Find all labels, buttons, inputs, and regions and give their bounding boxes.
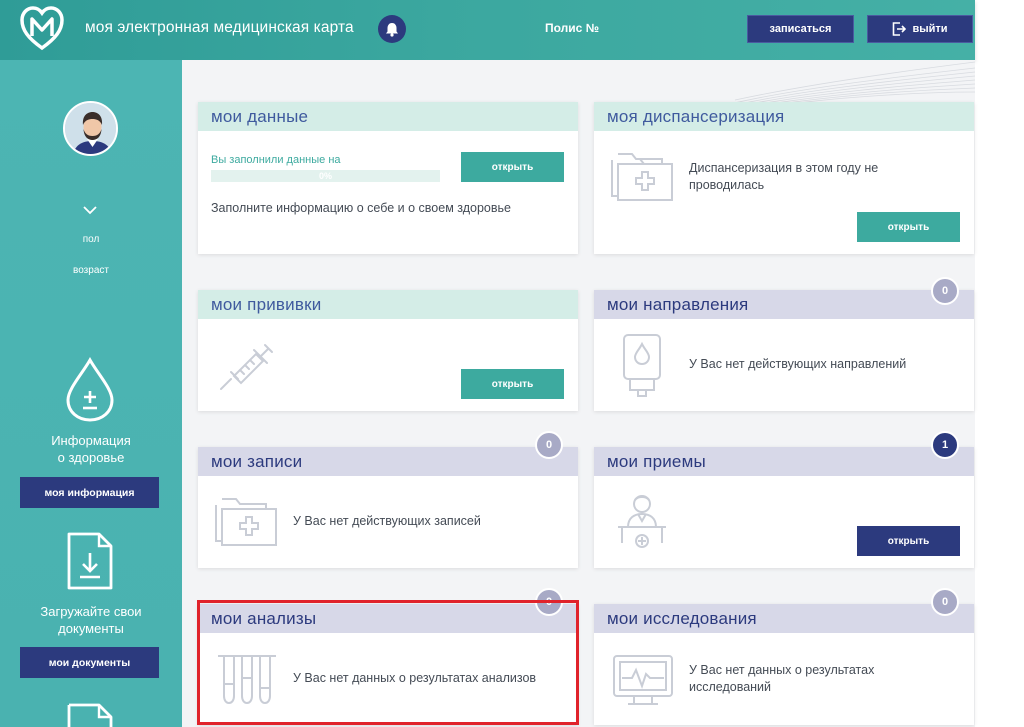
dispensary-text: Диспансеризация в этом году не проводила… bbox=[689, 160, 878, 194]
bell-icon bbox=[386, 22, 398, 37]
age-label: возраст bbox=[73, 265, 109, 276]
avatar[interactable] bbox=[63, 101, 118, 156]
dispensary-open-label: открыть bbox=[887, 221, 930, 233]
vaccinations-card: мои прививки открыть bbox=[198, 290, 578, 411]
visits-open-button[interactable]: открыть bbox=[857, 526, 960, 556]
visits-card: мои приемы открыть bbox=[594, 447, 974, 568]
document-icon bbox=[67, 703, 113, 727]
chevron-down-icon[interactable] bbox=[82, 204, 98, 216]
my-data-text: Заполните информацию о себе и о своем зд… bbox=[211, 201, 511, 215]
research-text: У Вас нет данных о результатах исследова… bbox=[689, 662, 874, 696]
my-info-button-label: моя информация bbox=[44, 486, 135, 499]
analyses-count-badge: 0 bbox=[535, 588, 563, 616]
visits-title: мои приемы bbox=[594, 447, 974, 476]
document-download-icon bbox=[67, 532, 113, 590]
signup-button-label: записаться bbox=[769, 23, 832, 35]
docs-caption-line2: документы bbox=[58, 621, 124, 636]
monitor-pulse-icon bbox=[613, 655, 673, 705]
user-avatar-icon bbox=[65, 103, 116, 154]
visits-count-badge: 1 bbox=[931, 431, 959, 459]
research-count-badge: 0 bbox=[931, 588, 959, 616]
my-documents-button[interactable]: мои документы bbox=[20, 647, 159, 678]
vaccinations-title: мои прививки bbox=[198, 290, 578, 319]
vaccinations-open-button[interactable]: открыть bbox=[461, 369, 564, 399]
research-text-line1: У Вас нет данных о результатах bbox=[689, 663, 875, 677]
top-header: моя электронная медицинская карта Полис … bbox=[0, 0, 975, 60]
docs-caption-line1: Загружайте свои bbox=[40, 604, 142, 619]
docs-caption: Загружайте свои документы bbox=[0, 603, 182, 637]
doctor-desk-icon bbox=[618, 495, 666, 548]
analyses-card: мои анализы У Вас нет данных о результат… bbox=[198, 604, 578, 725]
my-data-open-button[interactable]: открыть bbox=[461, 152, 564, 182]
appointments-text: У Вас нет действующих записей bbox=[293, 514, 481, 528]
dispensary-open-button[interactable]: открыть bbox=[857, 212, 960, 242]
my-data-card: мои данные Вы заполнили данные на 0% отк… bbox=[198, 102, 578, 254]
research-card: мои исследования У Вас нет данных о резу… bbox=[594, 604, 974, 725]
gender-label: пол bbox=[82, 234, 100, 245]
my-documents-button-label: мои документы bbox=[48, 656, 131, 669]
notifications-button[interactable] bbox=[378, 15, 406, 43]
heart-logo-icon[interactable] bbox=[20, 6, 64, 52]
analyses-title: мои анализы bbox=[198, 604, 578, 633]
my-data-open-label: открыть bbox=[491, 161, 534, 173]
logout-button-label: выйти bbox=[912, 23, 948, 35]
data-fill-progress-bar: 0% bbox=[211, 170, 440, 182]
dispensary-text-line2: проводилась bbox=[689, 178, 765, 192]
signup-button[interactable]: записаться bbox=[747, 15, 854, 43]
my-info-button[interactable]: моя информация bbox=[20, 477, 159, 508]
progress-percent-text: 0% bbox=[318, 171, 332, 181]
appointments-count-badge: 0 bbox=[535, 431, 563, 459]
referrals-title: мои направления bbox=[594, 290, 974, 319]
vaccinations-open-label: открыть bbox=[491, 378, 534, 390]
research-text-line2: исследований bbox=[689, 680, 772, 694]
appointments-card: мои записи У Вас нет действующих записей bbox=[198, 447, 578, 568]
appointments-title: мои записи bbox=[198, 447, 578, 476]
visits-open-label: открыть bbox=[887, 535, 930, 547]
research-title: мои исследования bbox=[594, 604, 974, 633]
dispensary-text-line1: Диспансеризация в этом году не bbox=[689, 161, 879, 175]
medical-folder-icon bbox=[215, 498, 277, 546]
referral-device-icon bbox=[623, 334, 661, 397]
test-tubes-icon bbox=[218, 655, 276, 705]
polis-label: Полис № bbox=[545, 21, 600, 35]
logout-icon bbox=[893, 22, 907, 36]
health-info-caption-line1: Информация bbox=[51, 433, 131, 448]
sidebar: пол возраст Информация о здоровье моя ин… bbox=[0, 60, 182, 727]
progress-label: Вы заполнили данные на bbox=[211, 154, 341, 166]
my-data-title: мои данные bbox=[198, 102, 578, 131]
logout-button[interactable]: выйти bbox=[867, 15, 973, 43]
medical-folder-icon bbox=[611, 153, 673, 201]
health-info-caption: Информация о здоровье bbox=[0, 432, 182, 466]
app-title: моя электронная медицинская карта bbox=[85, 19, 354, 36]
referrals-card: мои направления У Вас нет действующих на… bbox=[594, 290, 974, 411]
dispensary-card: моя диспансеризация Диспансеризация в эт… bbox=[594, 102, 974, 254]
dispensary-title: моя диспансеризация bbox=[594, 102, 974, 131]
syringe-icon bbox=[220, 344, 273, 390]
drop-plus-minus-icon bbox=[66, 357, 114, 422]
analyses-text: У Вас нет данных о результатах анализов bbox=[293, 671, 537, 685]
decorative-waves bbox=[730, 61, 975, 105]
referrals-count-badge: 0 bbox=[931, 277, 959, 305]
health-info-caption-line2: о здоровье bbox=[57, 450, 125, 465]
referrals-text: У Вас нет действующих направлений bbox=[689, 357, 907, 371]
